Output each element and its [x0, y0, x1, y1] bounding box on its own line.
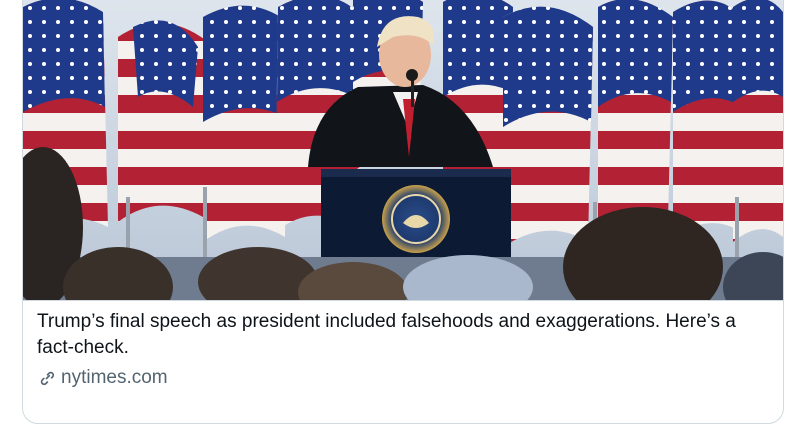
link-preview-card[interactable]: Trump’s final speech as president includ… [22, 0, 784, 424]
card-text[interactable]: Trump’s final speech as president includ… [23, 301, 783, 423]
card-domain: nytimes.com [61, 367, 168, 388]
card-domain-row[interactable]: nytimes.com [37, 367, 168, 389]
card-title[interactable]: Trump’s final speech as president includ… [37, 309, 772, 361]
photo-illustration [23, 0, 783, 300]
preview-image[interactable] [23, 0, 783, 301]
link-icon [37, 368, 57, 388]
